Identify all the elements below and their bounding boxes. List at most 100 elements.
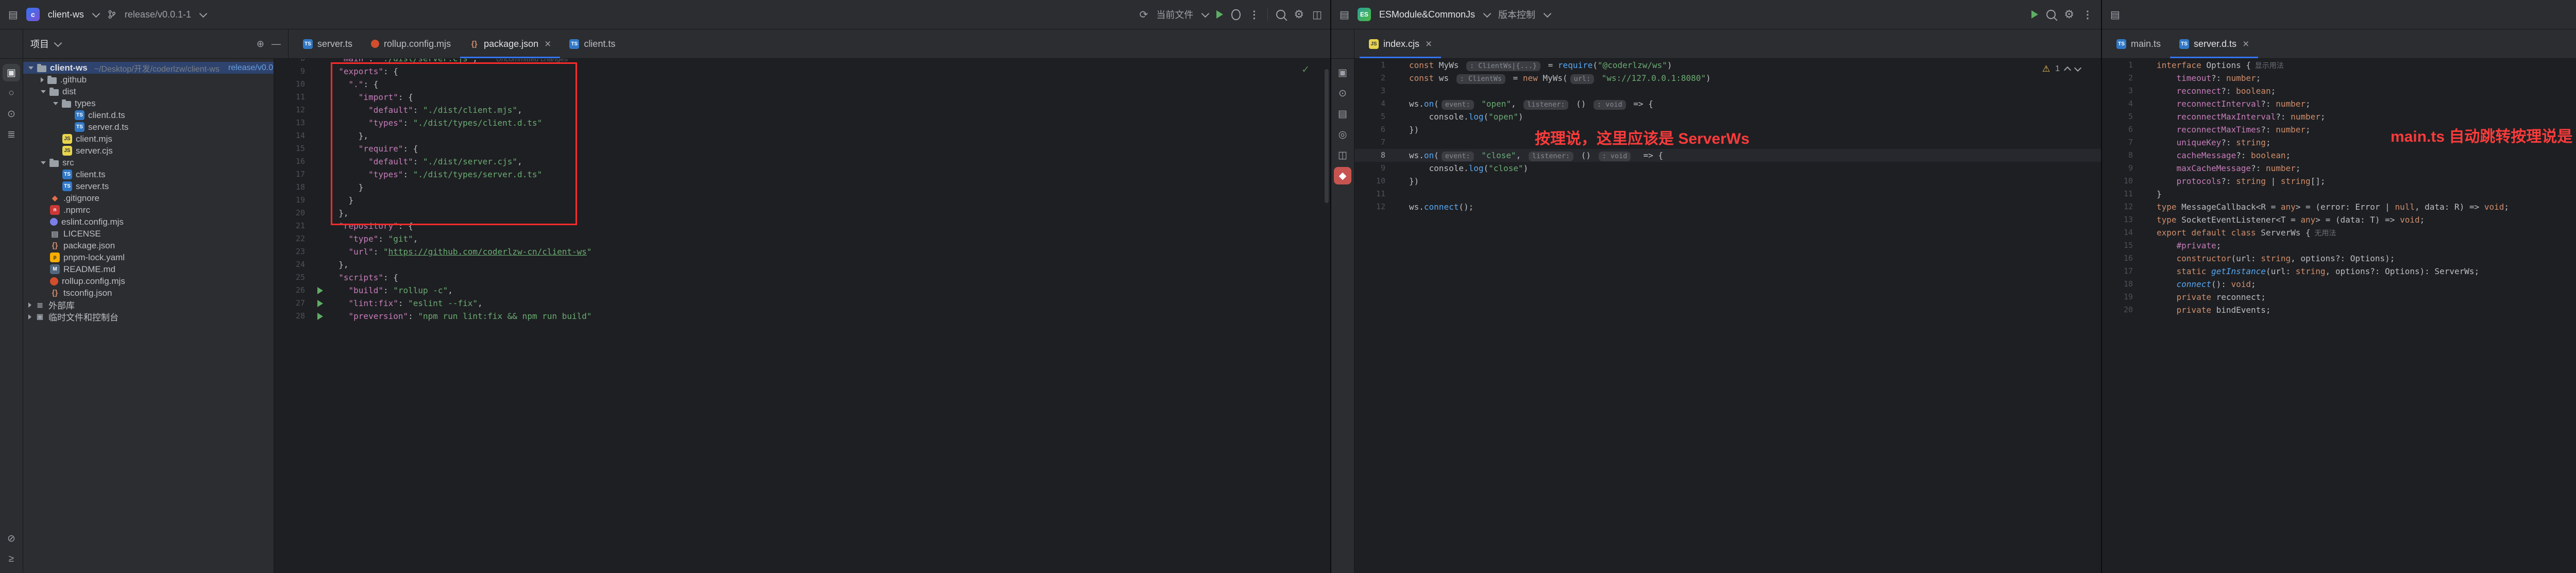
tree-item-pnpm-lock.yaml[interactable]: pnpm-lock.yaml xyxy=(23,251,274,263)
run-button[interactable] xyxy=(1216,10,1223,19)
code-line-10[interactable]: 10 ".": { xyxy=(274,78,1330,91)
code-line-5[interactable]: 5 reconnectMaxInterval?: number; xyxy=(2102,110,2576,123)
run-button[interactable] xyxy=(2031,10,2038,19)
code-line-17[interactable]: 17 "types": "./dist/types/server.d.ts" xyxy=(274,168,1330,181)
code-line-23[interactable]: 23 "url": "https://github.com/coderlzw-c… xyxy=(274,245,1330,258)
code-line-13[interactable]: 13type SocketEventListener<T = any> = (d… xyxy=(2102,213,2576,226)
code-line-11[interactable]: 11} xyxy=(2102,188,2576,200)
editor-server-dts[interactable]: 1interface Options { 显示用法2 timeout?: num… xyxy=(2102,59,2576,573)
project-name[interactable]: client-ws xyxy=(48,9,84,20)
structure-tool-icon[interactable]: ≣ xyxy=(3,126,20,143)
tree-item-server.ts[interactable]: server.ts xyxy=(23,180,274,192)
search-tool-icon[interactable]: ○ xyxy=(3,85,20,102)
code-line-2[interactable]: 2const ws : ClientWs = new MyWs(url: "ws… xyxy=(1354,72,2101,85)
run-script-icon[interactable] xyxy=(317,287,323,294)
code-line-18[interactable]: 18 connect(): void; xyxy=(2102,278,2576,291)
tree-item-.gitignore[interactable]: .gitignore xyxy=(23,192,274,204)
plugins-tool-icon[interactable]: ◫ xyxy=(1334,146,1351,164)
search-icon[interactable] xyxy=(2046,10,2056,19)
tab-package.json[interactable]: package.json× xyxy=(460,29,560,58)
run-script-icon[interactable] xyxy=(317,313,323,320)
project-tool-icon[interactable]: ▣ xyxy=(1334,64,1351,81)
tree-item-src[interactable]: src xyxy=(23,157,274,168)
close-icon[interactable]: × xyxy=(2243,39,2249,49)
code-line-20[interactable]: 20 private bindEvents; xyxy=(2102,304,2576,316)
expand-all-icon[interactable]: ⊕ xyxy=(257,39,264,49)
run-config-selector[interactable]: 当前文件 xyxy=(1156,8,1193,21)
code-line-19[interactable]: 19 } xyxy=(274,194,1330,207)
main-menu-icon[interactable] xyxy=(8,8,18,21)
debug-button[interactable] xyxy=(1231,9,1241,20)
scrollbar[interactable] xyxy=(1325,69,1329,203)
tree-item-client-ws[interactable]: client-ws~/Desktop/开发/coderlzw/client-ws… xyxy=(23,62,274,74)
inspections-widget-2[interactable]: 1 xyxy=(2042,64,2080,74)
code-line-18[interactable]: 18 } xyxy=(274,181,1330,194)
code-line-8[interactable]: 8ws.on(event: "close", listener: () : vo… xyxy=(1354,149,2101,162)
project-tool-icon[interactable]: ▣ xyxy=(3,64,20,81)
code-line-15[interactable]: 15 #private; xyxy=(2102,239,2576,252)
sync-icon[interactable] xyxy=(1140,8,1148,21)
tab-rollup.config.mjs[interactable]: rollup.config.mjs xyxy=(362,29,460,58)
tree-item-eslint.config.mjs[interactable]: eslint.config.mjs xyxy=(23,216,274,228)
terminal-tool-icon[interactable]: ≥ xyxy=(3,550,20,568)
code-line-2[interactable]: 2 timeout?: number; xyxy=(2102,72,2576,85)
tree-chevron-icon[interactable] xyxy=(41,161,46,164)
code-line-24[interactable]: 24 }, xyxy=(274,258,1330,271)
editor-index-cjs[interactable]: 1const MyWs : ClientWs|{...} = require("… xyxy=(1354,59,2101,573)
code-line-21[interactable]: 21 "repository": { xyxy=(274,220,1330,232)
code-line-17[interactable]: 17 static getInstance(url: string, optio… xyxy=(2102,265,2576,278)
problems-tool-icon[interactable]: ⊘ xyxy=(3,530,20,547)
code-line-16[interactable]: 16 "default": "./dist/server.cjs", xyxy=(274,155,1330,168)
tree-item-client.mjs[interactable]: client.mjs xyxy=(23,133,274,145)
tree-item-README.md[interactable]: README.md xyxy=(23,263,274,275)
settings-icon[interactable] xyxy=(2064,8,2074,21)
code-line-15[interactable]: 15 "require": { xyxy=(274,142,1330,155)
code-line-12[interactable]: 12 "default": "./dist/client.mjs", xyxy=(274,104,1330,116)
tab-main.ts[interactable]: main.ts xyxy=(2107,29,2170,58)
code-line-4[interactable]: 4ws.on(event: "open", listener: () : voi… xyxy=(1354,97,2101,110)
tree-chevron-icon[interactable] xyxy=(41,77,44,82)
code-line-27[interactable]: 27 "lint:fix": "eslint --fix", xyxy=(274,297,1330,310)
code-line-14[interactable]: 14 }, xyxy=(274,129,1330,142)
inspections-widget-1[interactable] xyxy=(1301,64,1310,76)
code-line-16[interactable]: 16 constructor(url: string, options?: Op… xyxy=(2102,252,2576,265)
editor-package-json[interactable]: 8 "main": "./dist/server.cjs",Uncommitte… xyxy=(274,59,1330,573)
tree-chevron-icon[interactable] xyxy=(41,90,46,93)
main-menu-icon[interactable] xyxy=(1340,8,1349,21)
tree-chevron-icon[interactable] xyxy=(28,302,31,308)
tree-item-client.d.ts[interactable]: client.d.ts xyxy=(23,109,274,121)
commit-tool-icon[interactable]: ⊙ xyxy=(3,105,20,123)
main-menu-icon[interactable] xyxy=(2110,8,2120,21)
notifications-tool-icon[interactable]: ◎ xyxy=(1334,126,1351,143)
code-line-22[interactable]: 22 "type": "git", xyxy=(274,232,1330,245)
close-icon[interactable]: × xyxy=(1426,39,1432,49)
code-line-5[interactable]: 5 console.log("open") xyxy=(1354,110,2101,123)
code-line-25[interactable]: 25 "scripts": { xyxy=(274,271,1330,284)
tree-item-LICENSE[interactable]: LICENSE xyxy=(23,228,274,240)
code-line-20[interactable]: 20 }, xyxy=(274,207,1330,220)
code-line-8[interactable]: 8 "main": "./dist/server.cjs",Uncommitte… xyxy=(274,59,1330,65)
close-icon[interactable]: × xyxy=(545,39,551,49)
tree-item-server.d.ts[interactable]: server.d.ts xyxy=(23,121,274,133)
code-line-9[interactable]: 9 maxCacheMessage?: number; xyxy=(2102,162,2576,175)
project-panel-header[interactable]: 项目 ⊕ — xyxy=(23,29,289,58)
code-line-28[interactable]: 28 "preversion": "npm run lint:fix && np… xyxy=(274,310,1330,323)
more-actions-icon[interactable] xyxy=(2082,8,2093,21)
docker-tool-icon[interactable]: ◆ xyxy=(1334,167,1351,184)
code-line-1[interactable]: 1interface Options { 显示用法 xyxy=(2102,59,2576,72)
settings-icon[interactable] xyxy=(1294,8,1304,21)
code-line-4[interactable]: 4 reconnectInterval?: number; xyxy=(2102,97,2576,110)
code-line-13[interactable]: 13 "types": "./dist/types/client.d.ts" xyxy=(274,116,1330,129)
code-line-3[interactable]: 3 xyxy=(1354,85,2101,97)
project-name[interactable]: ESModule&CommonJs xyxy=(1379,9,1475,20)
search-icon[interactable] xyxy=(1276,10,1285,19)
tree-item-.github[interactable]: .github xyxy=(23,74,274,86)
run-script-icon[interactable] xyxy=(317,300,323,307)
tree-item-tsconfig.json[interactable]: tsconfig.json xyxy=(23,287,274,299)
code-line-10[interactable]: 10 protocols?: string | string[]; xyxy=(2102,175,2576,188)
tree-item-types[interactable]: types xyxy=(23,97,274,109)
more-actions-icon[interactable] xyxy=(1249,8,1259,21)
prev-problem-icon[interactable] xyxy=(2064,66,2071,74)
code-line-3[interactable]: 3 reconnect?: boolean; xyxy=(2102,85,2576,97)
commit-tool-icon[interactable]: ⊙ xyxy=(1334,85,1351,102)
